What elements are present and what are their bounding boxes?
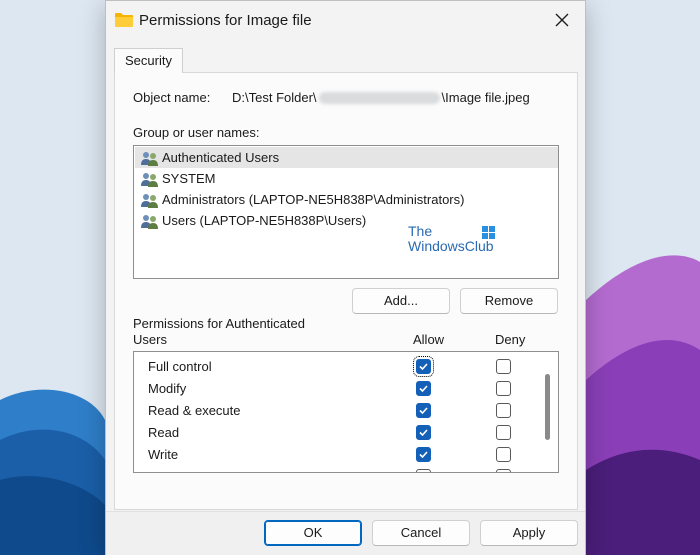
apply-button[interactable]: Apply (480, 520, 578, 546)
deny-checkbox[interactable] (496, 447, 511, 462)
remove-button[interactable]: Remove (460, 288, 558, 314)
allow-checkbox[interactable] (416, 425, 431, 440)
user-item-label: Users (LAPTOP-NE5H838P\Users) (162, 213, 367, 228)
object-path-suffix: \Image file.jpeg (441, 90, 530, 105)
users-icon (141, 193, 158, 208)
object-name-label: Object name: (133, 90, 211, 105)
user-item-label: SYSTEM (162, 171, 216, 186)
allow-checkbox[interactable] (413, 356, 434, 377)
tab-strip: Security (114, 48, 578, 73)
allow-checkbox[interactable] (416, 469, 431, 472)
permissions-label-line-2: Users (133, 332, 167, 347)
group-names-label: Group or user names: (133, 125, 260, 140)
watermark-line-2: WindowsClub (408, 238, 494, 254)
deny-checkbox[interactable] (496, 359, 511, 374)
permission-row-modify: Modify (134, 378, 544, 400)
user-item-label: Authenticated Users (162, 150, 280, 165)
allow-column-header: Allow (413, 332, 445, 347)
deny-checkbox[interactable] (496, 469, 511, 472)
object-path: D:\Test Folder\ \Image file.jpeg (232, 90, 530, 105)
deny-checkbox[interactable] (496, 381, 511, 396)
users-icon (141, 172, 158, 187)
user-item-system[interactable]: SYSTEM (135, 168, 558, 189)
permission-row-full-control: Full control (134, 356, 544, 378)
permission-name: Write (148, 447, 179, 462)
close-button[interactable] (539, 1, 585, 39)
window-title: Permissions for Image file (139, 12, 312, 29)
folder-icon (115, 13, 133, 27)
object-path-prefix: D:\Test Folder\ (232, 90, 317, 105)
check-icon (419, 363, 428, 371)
deny-checkbox[interactable] (496, 425, 511, 440)
permission-name: Modify (148, 381, 187, 396)
user-item-administrators[interactable]: Administrators (LAPTOP-NE5H838P\Administ… (135, 189, 558, 210)
permission-row-write: Write (134, 444, 544, 466)
permission-name: Read & execute (148, 403, 241, 418)
windows-logo-icon (482, 226, 495, 239)
users-icon (141, 214, 158, 229)
cancel-button[interactable]: Cancel (372, 520, 470, 546)
deny-checkbox[interactable] (496, 403, 511, 418)
tab-security[interactable]: Security (114, 48, 183, 73)
ok-button[interactable]: OK (264, 520, 362, 546)
permission-row-partial (134, 466, 544, 472)
close-icon (555, 13, 569, 27)
allow-checkbox[interactable] (416, 403, 431, 418)
permission-name: Read (148, 425, 180, 440)
permission-row-read: Read (134, 422, 544, 444)
permissions-label-line-1: Permissions for Authenticated (133, 316, 305, 331)
user-item-authenticated-users[interactable]: Authenticated Users (135, 147, 558, 168)
deny-column-header: Deny (495, 332, 526, 347)
permissions-list[interactable]: Full control Modify Read & execute Read … (133, 351, 559, 473)
user-item-label: Administrators (LAPTOP-NE5H838P\Administ… (162, 192, 465, 207)
watermark-logo: The WindowsClub (408, 223, 495, 254)
scrollbar-thumb[interactable] (545, 374, 550, 440)
group-user-list[interactable]: Authenticated Users SYSTEM Administrator… (133, 145, 559, 279)
users-icon (141, 151, 158, 166)
title-bar[interactable]: Permissions for Image file (106, 1, 585, 39)
check-icon (419, 407, 428, 415)
redacted-path-segment (318, 91, 440, 104)
add-button[interactable]: Add... (352, 288, 450, 314)
watermark-line-1: The (408, 223, 433, 239)
allow-checkbox[interactable] (416, 381, 431, 396)
permission-name: Full control (148, 359, 212, 374)
check-icon (419, 385, 428, 393)
permission-row-read-execute: Read & execute (134, 400, 544, 422)
allow-checkbox[interactable] (416, 447, 431, 462)
check-icon (419, 429, 428, 437)
check-icon (419, 451, 428, 459)
